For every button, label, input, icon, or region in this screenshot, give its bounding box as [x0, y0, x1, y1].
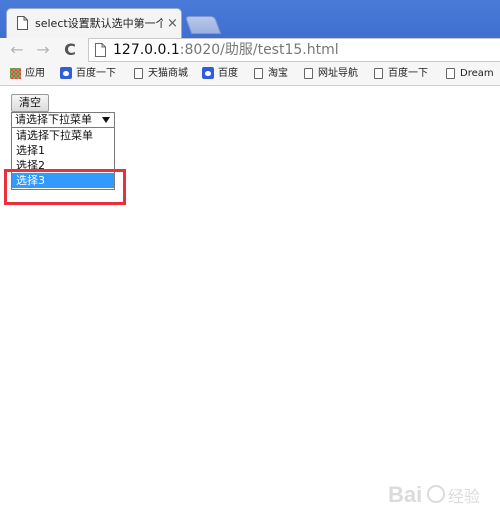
bookmark-label: 淘宝 — [268, 68, 288, 79]
dropdown-option[interactable]: 请选择下拉菜单 — [12, 128, 114, 143]
bookmark-label: 百度一下 — [76, 68, 116, 79]
bookmark-dream[interactable]: Dream — [446, 65, 494, 83]
reload-icon[interactable]: C — [60, 38, 80, 62]
url-text: 127.0.0.1:8020/助服/test15.html — [113, 39, 339, 61]
bookmark-apps[interactable]: 应用 — [10, 65, 45, 83]
bookmark-baidu-search-2[interactable]: 百度一下 — [374, 65, 428, 83]
svg-text:经验: 经验 — [448, 487, 480, 506]
baidu-jingyan-watermark-logo: Bai 经验 — [388, 482, 480, 507]
page-icon — [374, 67, 383, 79]
bookmark-label: 网址导航 — [318, 68, 358, 79]
dropdown-select[interactable]: 请选择下拉菜单 — [11, 112, 115, 128]
page-icon — [304, 67, 313, 79]
bookmark-label: 应用 — [25, 68, 45, 79]
tab-title: select设置默认选中第一个 — [35, 17, 163, 30]
url-host: 127.0.0.1 — [113, 42, 180, 58]
browser-tab[interactable]: select设置默认选中第一个 × — [6, 8, 182, 38]
baidu-paw-icon — [60, 67, 72, 79]
bookmark-label: 百度一下 — [388, 68, 428, 79]
bookmark-baidu-search[interactable]: 百度一下 — [60, 65, 116, 83]
bookmark-taobao[interactable]: 淘宝 — [254, 65, 288, 83]
browser-titlebar: select设置默认选中第一个 × — [0, 0, 500, 38]
svg-text:Bai: Bai — [388, 482, 422, 507]
document-icon — [17, 16, 28, 30]
bookmark-nav[interactable]: 网址导航 — [304, 65, 358, 83]
page-content: 清空 请选择下拉菜单 请选择下拉菜单 选择1 选择2 选择3 — [0, 86, 500, 524]
bookmark-label: Dream — [460, 68, 494, 79]
address-bar[interactable]: 127.0.0.1:8020/助服/test15.html — [88, 38, 500, 62]
dropdown-option[interactable]: 选择1 — [12, 143, 114, 158]
clear-button[interactable]: 清空 — [11, 94, 49, 112]
bookmark-label: 天猫商城 — [148, 68, 188, 79]
page-icon — [446, 67, 455, 79]
back-arrow-icon[interactable]: ← — [8, 38, 26, 62]
bookmarks-bar: 应用 百度一下 天猫商城 百度 淘宝 网址导航 百度一下 Dream — [0, 62, 500, 86]
bookmark-label: 百度 — [218, 68, 238, 79]
bookmark-baidu[interactable]: 百度 — [202, 65, 238, 83]
page-icon — [134, 67, 143, 79]
tab-close-icon[interactable]: × — [167, 15, 178, 33]
bookmark-tmall[interactable]: 天猫商城 — [134, 65, 188, 83]
page-icon — [254, 67, 263, 79]
apps-icon — [10, 67, 21, 79]
page-info-icon — [95, 43, 106, 57]
dropdown-arrow-icon[interactable] — [102, 117, 110, 123]
browser-toolbar: ← → C 127.0.0.1:8020/助服/test15.html — [0, 38, 500, 62]
new-tab-button[interactable] — [184, 16, 222, 34]
annotation-highlight-box — [4, 169, 126, 205]
select-current-value: 请选择下拉菜单 — [15, 113, 92, 126]
url-path: :8020/助服/test15.html — [179, 42, 339, 58]
forward-arrow-icon[interactable]: → — [34, 38, 52, 62]
baidu-paw-icon — [202, 67, 214, 79]
